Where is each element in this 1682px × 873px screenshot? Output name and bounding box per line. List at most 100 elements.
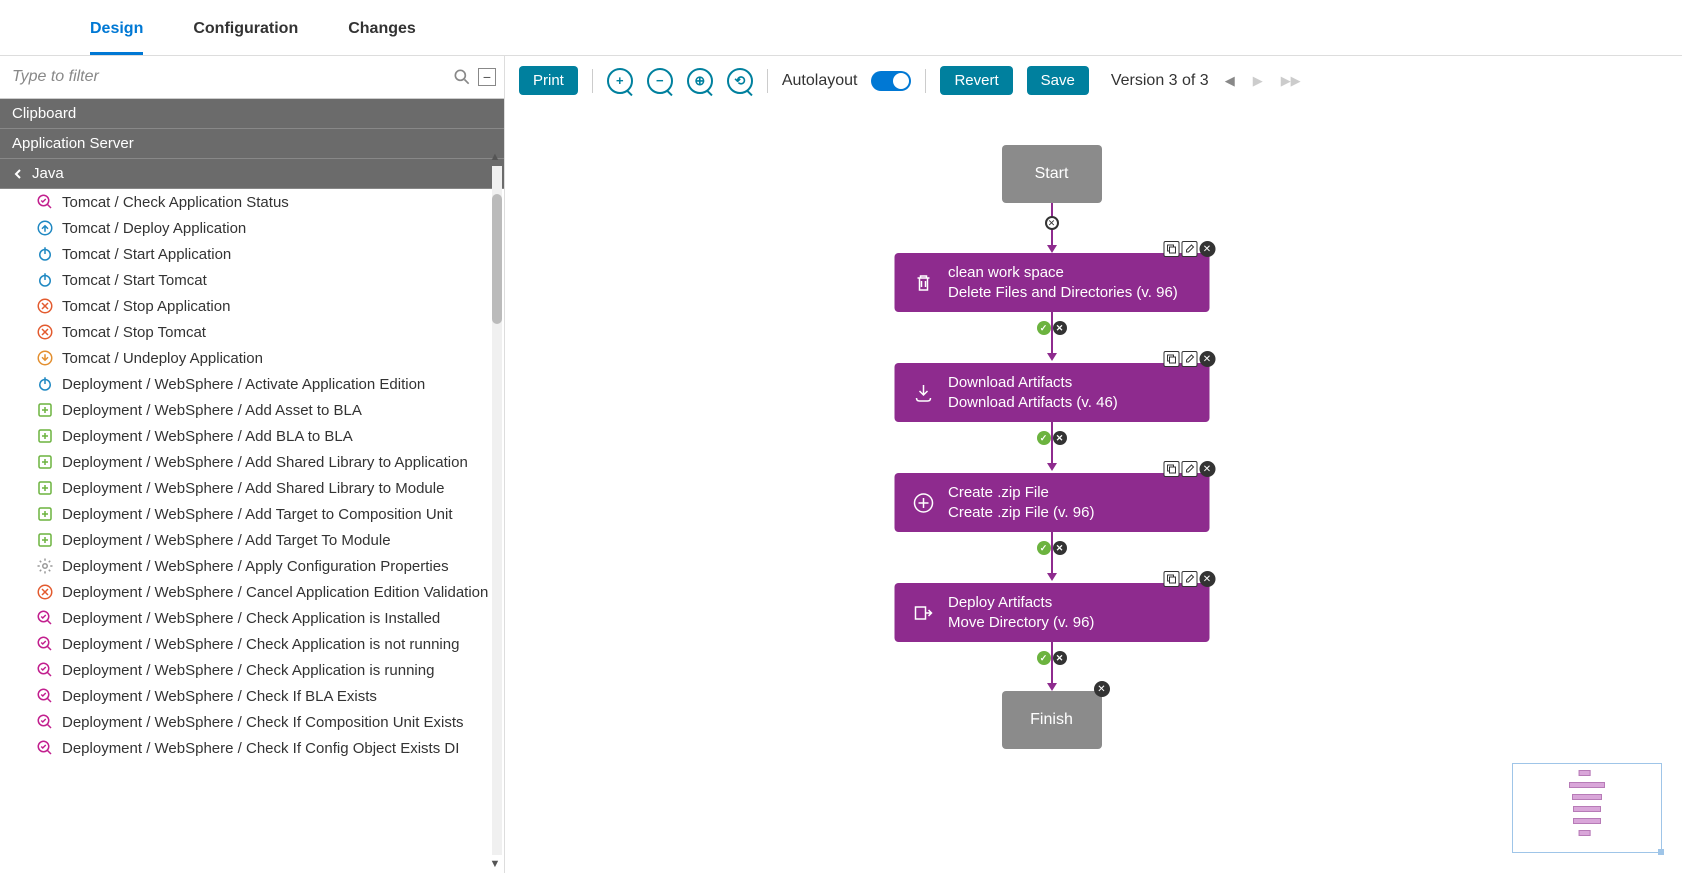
palette-item[interactable]: Deployment / WebSphere / Cancel Applicat… (0, 579, 504, 605)
palette-item[interactable]: Deployment / WebSphere / Add Target to C… (0, 501, 504, 527)
palette-item[interactable]: Deployment / WebSphere / Check Applicati… (0, 605, 504, 631)
undeploy-icon (36, 349, 54, 367)
add-box-icon (36, 453, 54, 471)
palette-item-label: Deployment / WebSphere / Add Target To M… (62, 532, 391, 549)
palette-item-label: Tomcat / Stop Application (62, 298, 230, 315)
palette-item[interactable]: Deployment / WebSphere / Activate Applic… (0, 371, 504, 397)
palette-item-label: Deployment / WebSphere / Check Applicati… (62, 636, 459, 653)
palette-item[interactable]: Deployment / WebSphere / Add Target To M… (0, 527, 504, 553)
palette-item[interactable]: Deployment / WebSphere / Add Shared Libr… (0, 475, 504, 501)
version-prev-icon[interactable]: ◀ (1223, 73, 1237, 89)
delete-node-icon[interactable]: ✕ (1199, 241, 1215, 257)
autolayout-toggle[interactable] (871, 71, 911, 91)
category-app-server[interactable]: Application Server (0, 129, 504, 159)
tab-design[interactable]: Design (90, 12, 143, 55)
flow-step-node[interactable]: clean work space Delete Files and Direct… (894, 253, 1209, 312)
delete-node-icon[interactable]: ✕ (1199, 461, 1215, 477)
save-button[interactable]: Save (1027, 66, 1089, 95)
palette-item[interactable]: Deployment / WebSphere / Check Applicati… (0, 631, 504, 657)
flow-canvas[interactable]: Start ✕ clean work space Delete Files an… (505, 105, 1682, 873)
delete-node-icon[interactable]: ✕ (1199, 351, 1215, 367)
copy-node-icon[interactable] (1163, 351, 1179, 367)
connector-handle-icon[interactable]: ✕ (1045, 216, 1059, 230)
palette-item-label: Deployment / WebSphere / Add BLA to BLA (62, 428, 353, 445)
edit-node-icon[interactable] (1181, 571, 1197, 587)
palette-item[interactable]: Tomcat / Stop Tomcat (0, 319, 504, 345)
edit-node-icon[interactable] (1181, 351, 1197, 367)
category-clipboard[interactable]: Clipboard (0, 99, 504, 129)
check-magnify-icon (36, 609, 54, 627)
copy-node-icon[interactable] (1163, 571, 1179, 587)
palette-item[interactable]: Tomcat / Stop Application (0, 293, 504, 319)
flow-step-node[interactable]: Create .zip File Create .zip File (v. 96… (894, 473, 1209, 532)
delete-node-icon[interactable]: ✕ (1199, 571, 1215, 587)
flow-start-node[interactable]: Start (1002, 145, 1102, 203)
separator (767, 69, 768, 93)
palette-item[interactable]: Tomcat / Check Application Status (0, 189, 504, 215)
palette-item[interactable]: Tomcat / Start Tomcat (0, 267, 504, 293)
palette-item[interactable]: Deployment / WebSphere / Add Shared Libr… (0, 449, 504, 475)
palette-item[interactable]: Tomcat / Start Application (0, 241, 504, 267)
step-subtitle: Delete Files and Directories (v. 96) (948, 283, 1178, 303)
palette-item-label: Deployment / WebSphere / Check Applicati… (62, 662, 434, 679)
scrollbar-thumb[interactable] (492, 194, 502, 324)
print-button[interactable]: Print (519, 66, 578, 95)
palette-item[interactable]: Tomcat / Deploy Application (0, 215, 504, 241)
canvas-area: Print + − ⊕ ⟲ Autolayout Revert Save Ver… (505, 56, 1682, 873)
scroll-down-icon[interactable]: ▼ (488, 857, 502, 871)
palette-item[interactable]: Deployment / WebSphere / Apply Configura… (0, 553, 504, 579)
step-subtitle: Create .zip File (v. 96) (948, 503, 1094, 523)
step-title: Deploy Artifacts (948, 593, 1094, 613)
zoom-out-icon[interactable]: − (647, 68, 673, 94)
autolayout-label: Autolayout (782, 72, 858, 90)
tab-configuration[interactable]: Configuration (193, 12, 298, 55)
palette-item[interactable]: Deployment / WebSphere / Add BLA to BLA (0, 423, 504, 449)
tab-bar: Design Configuration Changes (0, 0, 1682, 56)
chevron-down-icon (12, 168, 24, 180)
palette-tree: Clipboard Application Server Java Tomcat… (0, 99, 504, 873)
flow-step-node[interactable]: Download Artifacts Download Artifacts (v… (894, 363, 1209, 422)
collapse-panel-icon[interactable]: − (478, 68, 496, 86)
flow-finish-node[interactable]: Finish ✕ (1002, 691, 1102, 749)
revert-button[interactable]: Revert (940, 66, 1012, 95)
palette-item-label: Deployment / WebSphere / Check Applicati… (62, 610, 440, 627)
delete-node-icon[interactable]: ✕ (1094, 681, 1110, 697)
minimap-resize-handle[interactable] (1658, 849, 1664, 855)
arrow-out-icon (910, 600, 936, 626)
edit-node-icon[interactable] (1181, 461, 1197, 477)
zoom-in-icon[interactable]: + (607, 68, 633, 94)
palette-item[interactable]: Deployment / WebSphere / Check If Config… (0, 735, 504, 761)
zoom-fit-icon[interactable]: ⊕ (687, 68, 713, 94)
scroll-up-icon[interactable]: ▲ (488, 150, 502, 164)
palette-item[interactable]: Deployment / WebSphere / Check If Compos… (0, 709, 504, 735)
success-badge-icon: ✓ (1037, 541, 1051, 555)
fail-badge-icon: ✕ (1053, 541, 1067, 555)
stop-x-icon (36, 583, 54, 601)
search-icon[interactable] (452, 67, 472, 87)
step-title: Download Artifacts (948, 373, 1118, 393)
check-magnify-icon (36, 193, 54, 211)
check-magnify-icon (36, 635, 54, 653)
palette-item[interactable]: Deployment / WebSphere / Check If BLA Ex… (0, 683, 504, 709)
palette-item[interactable]: Tomcat / Undeploy Application (0, 345, 504, 371)
edit-node-icon[interactable] (1181, 241, 1197, 257)
scrollbar[interactable] (492, 166, 502, 855)
tab-changes[interactable]: Changes (348, 12, 416, 55)
palette-item-label: Deployment / WebSphere / Activate Applic… (62, 376, 425, 393)
palette-item[interactable]: Deployment / WebSphere / Add Asset to BL… (0, 397, 504, 423)
add-box-icon (36, 401, 54, 419)
power-icon (36, 271, 54, 289)
palette-item-label: Tomcat / Undeploy Application (62, 350, 263, 367)
palette-item[interactable]: Deployment / WebSphere / Check Applicati… (0, 657, 504, 683)
copy-node-icon[interactable] (1163, 461, 1179, 477)
palette-item-label: Deployment / WebSphere / Check If Config… (62, 740, 459, 757)
filter-input[interactable] (8, 62, 446, 92)
flow-step-node[interactable]: Deploy Artifacts Move Directory (v. 96) … (894, 583, 1209, 642)
gear-icon (36, 557, 54, 575)
minimap[interactable] (1512, 763, 1662, 853)
palette-item-label: Deployment / WebSphere / Add Shared Libr… (62, 454, 468, 471)
category-java[interactable]: Java (0, 159, 504, 189)
zoom-reset-icon[interactable]: ⟲ (727, 68, 753, 94)
category-java-label: Java (32, 165, 64, 182)
copy-node-icon[interactable] (1163, 241, 1179, 257)
